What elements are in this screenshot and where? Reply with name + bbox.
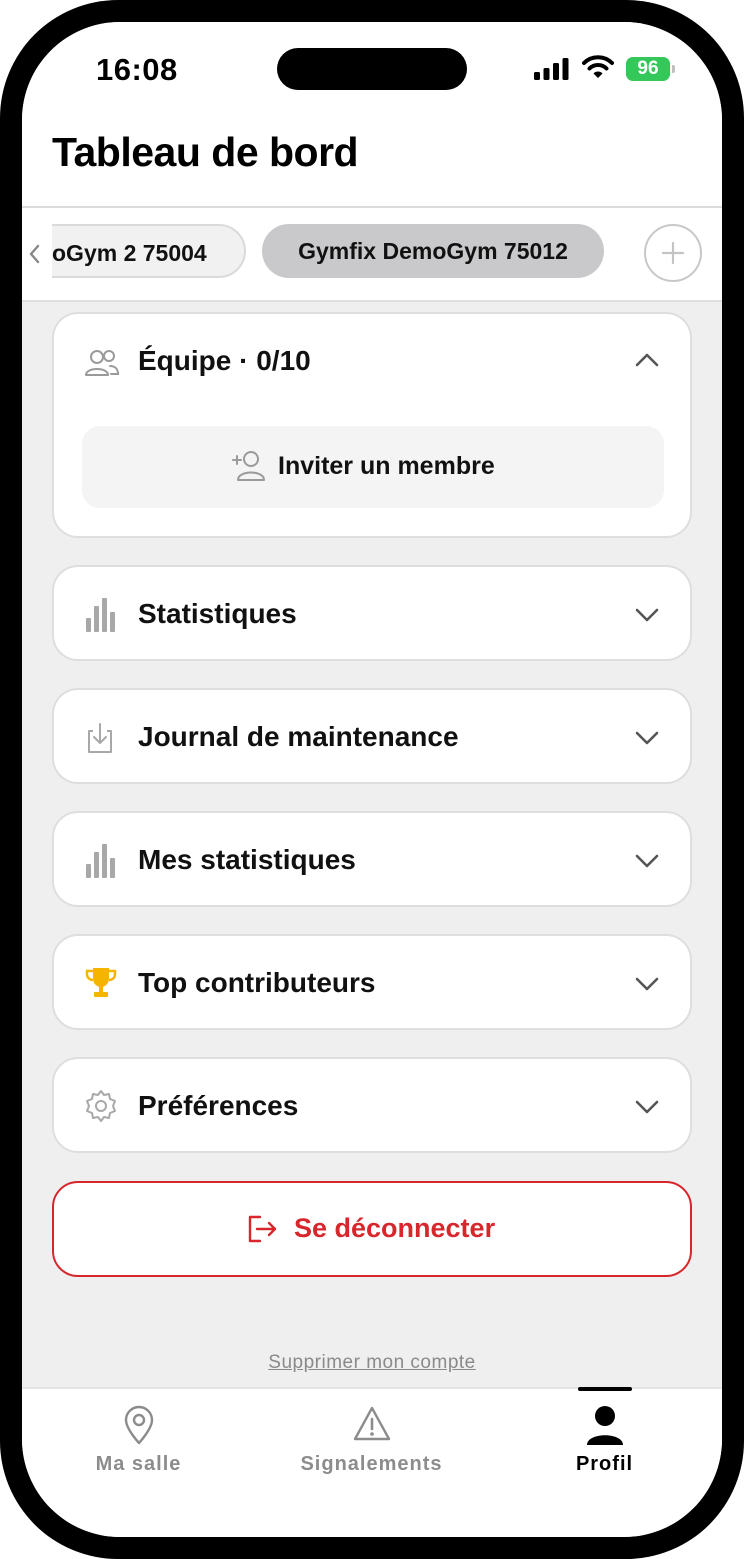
section-maintenance-log[interactable]: Journal de maintenance <box>52 688 692 784</box>
cellular-signal-icon <box>534 58 569 80</box>
page-title: Tableau de bord <box>52 129 359 175</box>
chevron-left-icon[interactable] <box>28 243 42 265</box>
section-label: Statistiques <box>138 598 297 629</box>
team-title: Équipe · 0/10 <box>138 345 311 376</box>
section-label: Top contributeurs <box>138 967 376 998</box>
tab-ma-salle[interactable]: Ma salle <box>22 1389 255 1499</box>
plus-icon <box>661 241 685 265</box>
section-label: Mes statistiques <box>138 844 356 875</box>
section-preferences[interactable]: Préférences <box>52 1057 692 1153</box>
section-statistics[interactable]: Statistiques <box>52 565 692 661</box>
chevron-down-icon[interactable] <box>634 1099 660 1115</box>
phone-frame: 16:08 96 Tableau de bord oGym 2 75004 Gy… <box>0 0 744 1559</box>
add-gym-button[interactable] <box>644 224 702 282</box>
battery-tip <box>672 65 675 73</box>
bar-chart-icon <box>86 844 115 878</box>
gym-chip[interactable]: oGym 2 75004 <box>22 224 246 278</box>
delete-account-link[interactable]: Supprimer mon compte <box>22 1352 722 1374</box>
person-icon <box>586 1406 623 1445</box>
team-icon <box>85 350 120 376</box>
tab-signalements[interactable]: Signalements <box>255 1389 488 1499</box>
location-pin-icon <box>124 1405 153 1445</box>
add-user-icon <box>232 451 265 481</box>
tab-label: Profil <box>575 1453 634 1475</box>
section-my-statistics[interactable]: Mes statistiques <box>52 811 692 907</box>
gear-icon <box>86 1090 116 1122</box>
battery-indicator: 96 <box>626 57 670 81</box>
tab-profil[interactable]: Profil <box>488 1389 721 1499</box>
section-label: Préférences <box>138 1090 299 1121</box>
page-header: Tableau de bord <box>22 122 722 208</box>
gym-selector[interactable]: oGym 2 75004 Gymfix DemoGym 75012 <box>22 208 722 302</box>
chevron-down-icon[interactable] <box>634 853 660 869</box>
dynamic-island <box>277 48 467 90</box>
section-top-contributors[interactable]: Top contributeurs <box>52 934 692 1030</box>
bottom-tab-bar: Ma salle Signalements Profil <box>22 1387 722 1537</box>
download-icon <box>88 723 112 753</box>
logout-label: Se déconnecter <box>294 1213 496 1243</box>
tab-label: Ma salle <box>95 1453 182 1475</box>
chevron-down-icon[interactable] <box>634 730 660 746</box>
status-time: 16:08 <box>96 52 178 87</box>
bar-chart-icon <box>86 598 115 632</box>
invite-member-label: Inviter un membre <box>278 452 495 480</box>
invite-member-button[interactable]: Inviter un membre <box>82 426 664 508</box>
warning-icon <box>353 1406 390 1441</box>
tab-label: Signalements <box>300 1453 443 1475</box>
trophy-icon <box>85 968 117 997</box>
wifi-icon <box>582 55 614 78</box>
chevron-down-icon[interactable] <box>634 607 660 623</box>
section-label: Journal de maintenance <box>138 721 459 752</box>
chevron-up-icon[interactable] <box>634 352 660 368</box>
team-section: Équipe · 0/10 Inviter un membre <box>52 312 692 538</box>
logout-button[interactable]: Se déconnecter <box>52 1181 692 1277</box>
logout-icon <box>248 1215 277 1243</box>
gym-chip-selected[interactable]: Gymfix DemoGym 75012 <box>262 224 604 278</box>
chevron-down-icon[interactable] <box>634 976 660 992</box>
status-bar: 16:08 96 <box>22 22 722 122</box>
screen: 16:08 96 Tableau de bord oGym 2 75004 Gy… <box>22 22 722 1537</box>
